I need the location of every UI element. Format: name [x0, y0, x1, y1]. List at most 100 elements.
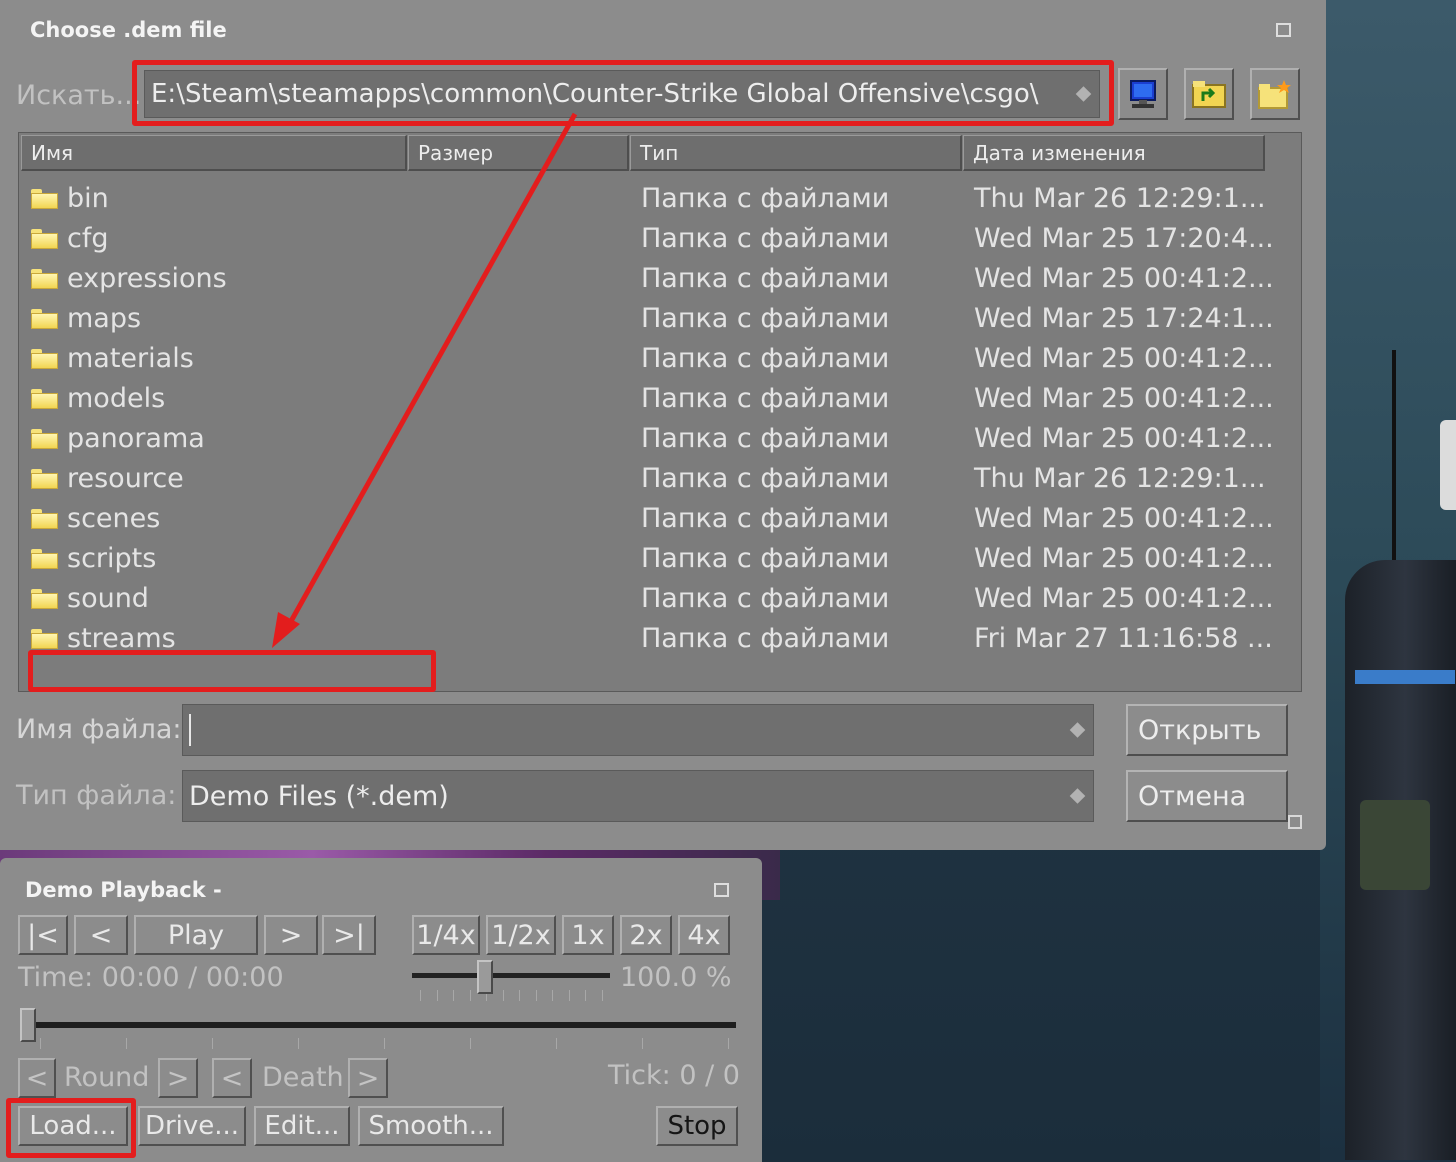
filetype-label: Тип файла: — [16, 780, 177, 811]
slider-tick — [585, 990, 586, 1001]
file-list[interactable]: Имя Размер Тип Дата изменения bin Папка с… — [18, 132, 1302, 692]
round-next-button[interactable]: > — [158, 1058, 198, 1098]
folder-icon — [31, 429, 58, 449]
speed-slider-handle[interactable] — [477, 960, 494, 994]
column-header-date[interactable]: Дата изменения — [963, 135, 1265, 171]
folder-icon — [31, 469, 58, 489]
dropdown-arrow-icon[interactable] — [1069, 722, 1086, 738]
cancel-button[interactable]: Отмена — [1126, 770, 1288, 822]
next-frame-button[interactable]: > — [264, 915, 318, 955]
panel-title: Demo Playback - — [25, 878, 222, 902]
tick-label: Tick: 0 / 0 — [608, 1060, 740, 1091]
slider-tick — [519, 990, 520, 1001]
annotation-drop-target — [28, 650, 436, 692]
table-row[interactable]: scripts Папка с файлами Wed Mar 25 00:41:2… — [19, 539, 1299, 579]
maximize-icon[interactable] — [714, 883, 729, 897]
table-row[interactable]: materials Папка с файлами Wed Mar 25 00:41… — [19, 339, 1299, 379]
text-cursor — [189, 714, 191, 746]
file-type-cell: Папка с файлами — [641, 383, 890, 414]
column-header-size[interactable]: Размер — [408, 135, 629, 171]
table-row[interactable]: expressions Папка с файлами Wed Mar 25 00:… — [19, 259, 1299, 299]
death-label: Death — [262, 1062, 344, 1093]
folder-icon — [31, 589, 58, 609]
slider-tick — [453, 990, 454, 1001]
progress-tick — [298, 1038, 299, 1049]
speed-half-button[interactable]: 1/2x — [486, 915, 556, 955]
filename-input[interactable] — [182, 704, 1094, 756]
slider-tick — [601, 990, 603, 1001]
edit-button[interactable]: Edit... — [254, 1106, 350, 1146]
folder-icon — [31, 309, 58, 329]
character-pouch — [1360, 800, 1430, 890]
file-name-cell: models — [67, 383, 166, 414]
death-prev-button[interactable]: < — [212, 1058, 252, 1098]
speed-quarter-button[interactable]: 1/4x — [412, 915, 480, 955]
look-in-label: Искать... — [16, 80, 142, 111]
open-button[interactable]: Открыть — [1126, 704, 1288, 756]
resize-grip-icon[interactable] — [1288, 815, 1302, 829]
file-date-cell: Wed Mar 25 17:24:1... — [974, 303, 1274, 334]
annotation-path-highlight — [132, 60, 1114, 126]
file-date-cell: Thu Mar 26 12:29:1... — [974, 463, 1266, 494]
filetype-value: Demo Files (*.dem) — [189, 780, 449, 812]
file-name-cell: cfg — [67, 223, 109, 254]
column-header-name[interactable]: Имя — [21, 135, 407, 171]
slider-tick — [552, 990, 553, 1001]
file-type-cell: Папка с файлами — [641, 183, 890, 214]
stop-button[interactable]: Stop — [656, 1106, 738, 1146]
round-prev-button[interactable]: < — [18, 1058, 56, 1098]
round-label: Round — [64, 1062, 150, 1093]
folder-icon — [31, 389, 58, 409]
maximize-icon[interactable] — [1276, 23, 1291, 37]
file-date-cell: Fri Mar 27 11:16:58 ... — [974, 623, 1273, 654]
table-row[interactable]: sound Папка с файлами Wed Mar 25 00:41:2..… — [19, 579, 1299, 619]
demo-progress-track[interactable] — [24, 1022, 736, 1028]
table-row[interactable]: cfg Папка с файлами Wed Mar 25 17:20:4... — [19, 219, 1299, 259]
demo-progress-handle[interactable] — [20, 1008, 36, 1042]
folder-icon — [31, 629, 58, 649]
column-header-type[interactable]: Тип — [630, 135, 962, 171]
progress-tick — [212, 1038, 213, 1049]
smooth-button[interactable]: Smooth... — [358, 1106, 504, 1146]
speed-1x-button[interactable]: 1x — [562, 915, 614, 955]
character-detail — [1440, 420, 1456, 510]
file-type-cell: Папка с файлами — [641, 223, 890, 254]
desktop-button[interactable] — [1118, 68, 1168, 120]
speed-2x-button[interactable]: 2x — [620, 915, 672, 955]
table-row[interactable]: maps Папка с файлами Wed Mar 25 17:24:1... — [19, 299, 1299, 339]
file-name-cell: sound — [67, 583, 149, 614]
speed-4x-button[interactable]: 4x — [678, 915, 730, 955]
file-date-cell: Wed Mar 25 00:41:2... — [974, 343, 1274, 374]
new-folder-button[interactable] — [1250, 68, 1300, 120]
slider-tick — [469, 990, 471, 1001]
filename-label: Имя файла: — [16, 714, 182, 745]
progress-tick — [470, 1038, 471, 1049]
table-row[interactable]: resource Папка с файлами Thu Mar 26 12:29:… — [19, 459, 1299, 499]
table-row[interactable]: models Папка с файлами Wed Mar 25 00:41:2.… — [19, 379, 1299, 419]
play-button[interactable]: Play — [134, 915, 258, 955]
folder-up-button[interactable] — [1184, 68, 1234, 120]
table-row[interactable]: bin Папка с файлами Thu Mar 26 12:29:1... — [19, 179, 1299, 219]
slider-tick — [535, 990, 537, 1001]
table-row[interactable]: scenes Папка с файлами Wed Mar 25 00:41:2.… — [19, 499, 1299, 539]
table-row[interactable]: panorama Папка с файлами Wed Mar 25 00:41:… — [19, 419, 1299, 459]
speed-slider-track[interactable] — [412, 973, 610, 978]
file-type-cell: Папка с файлами — [641, 423, 890, 454]
drive-button[interactable]: Drive... — [138, 1106, 246, 1146]
file-type-cell: Папка с файлами — [641, 583, 890, 614]
filetype-select[interactable]: Demo Files (*.dem) — [182, 770, 1094, 822]
folder-up-icon — [1192, 81, 1226, 108]
death-next-button[interactable]: > — [348, 1058, 388, 1098]
file-name-cell: materials — [67, 343, 194, 374]
prev-frame-button[interactable]: < — [74, 915, 128, 955]
choose-dem-file-dialog: Choose .dem file Искать... E:\Steam\stea… — [0, 0, 1326, 850]
last-frame-button[interactable]: >| — [322, 915, 376, 955]
file-type-cell: Папка с файлами — [641, 343, 890, 374]
file-name-cell: panorama — [67, 423, 205, 454]
file-type-cell: Папка с файлами — [641, 503, 890, 534]
dropdown-arrow-icon[interactable] — [1069, 788, 1086, 804]
folder-icon — [31, 189, 58, 209]
new-folder-icon — [1258, 80, 1291, 109]
first-frame-button[interactable]: |< — [18, 915, 68, 955]
folder-icon — [31, 549, 58, 569]
